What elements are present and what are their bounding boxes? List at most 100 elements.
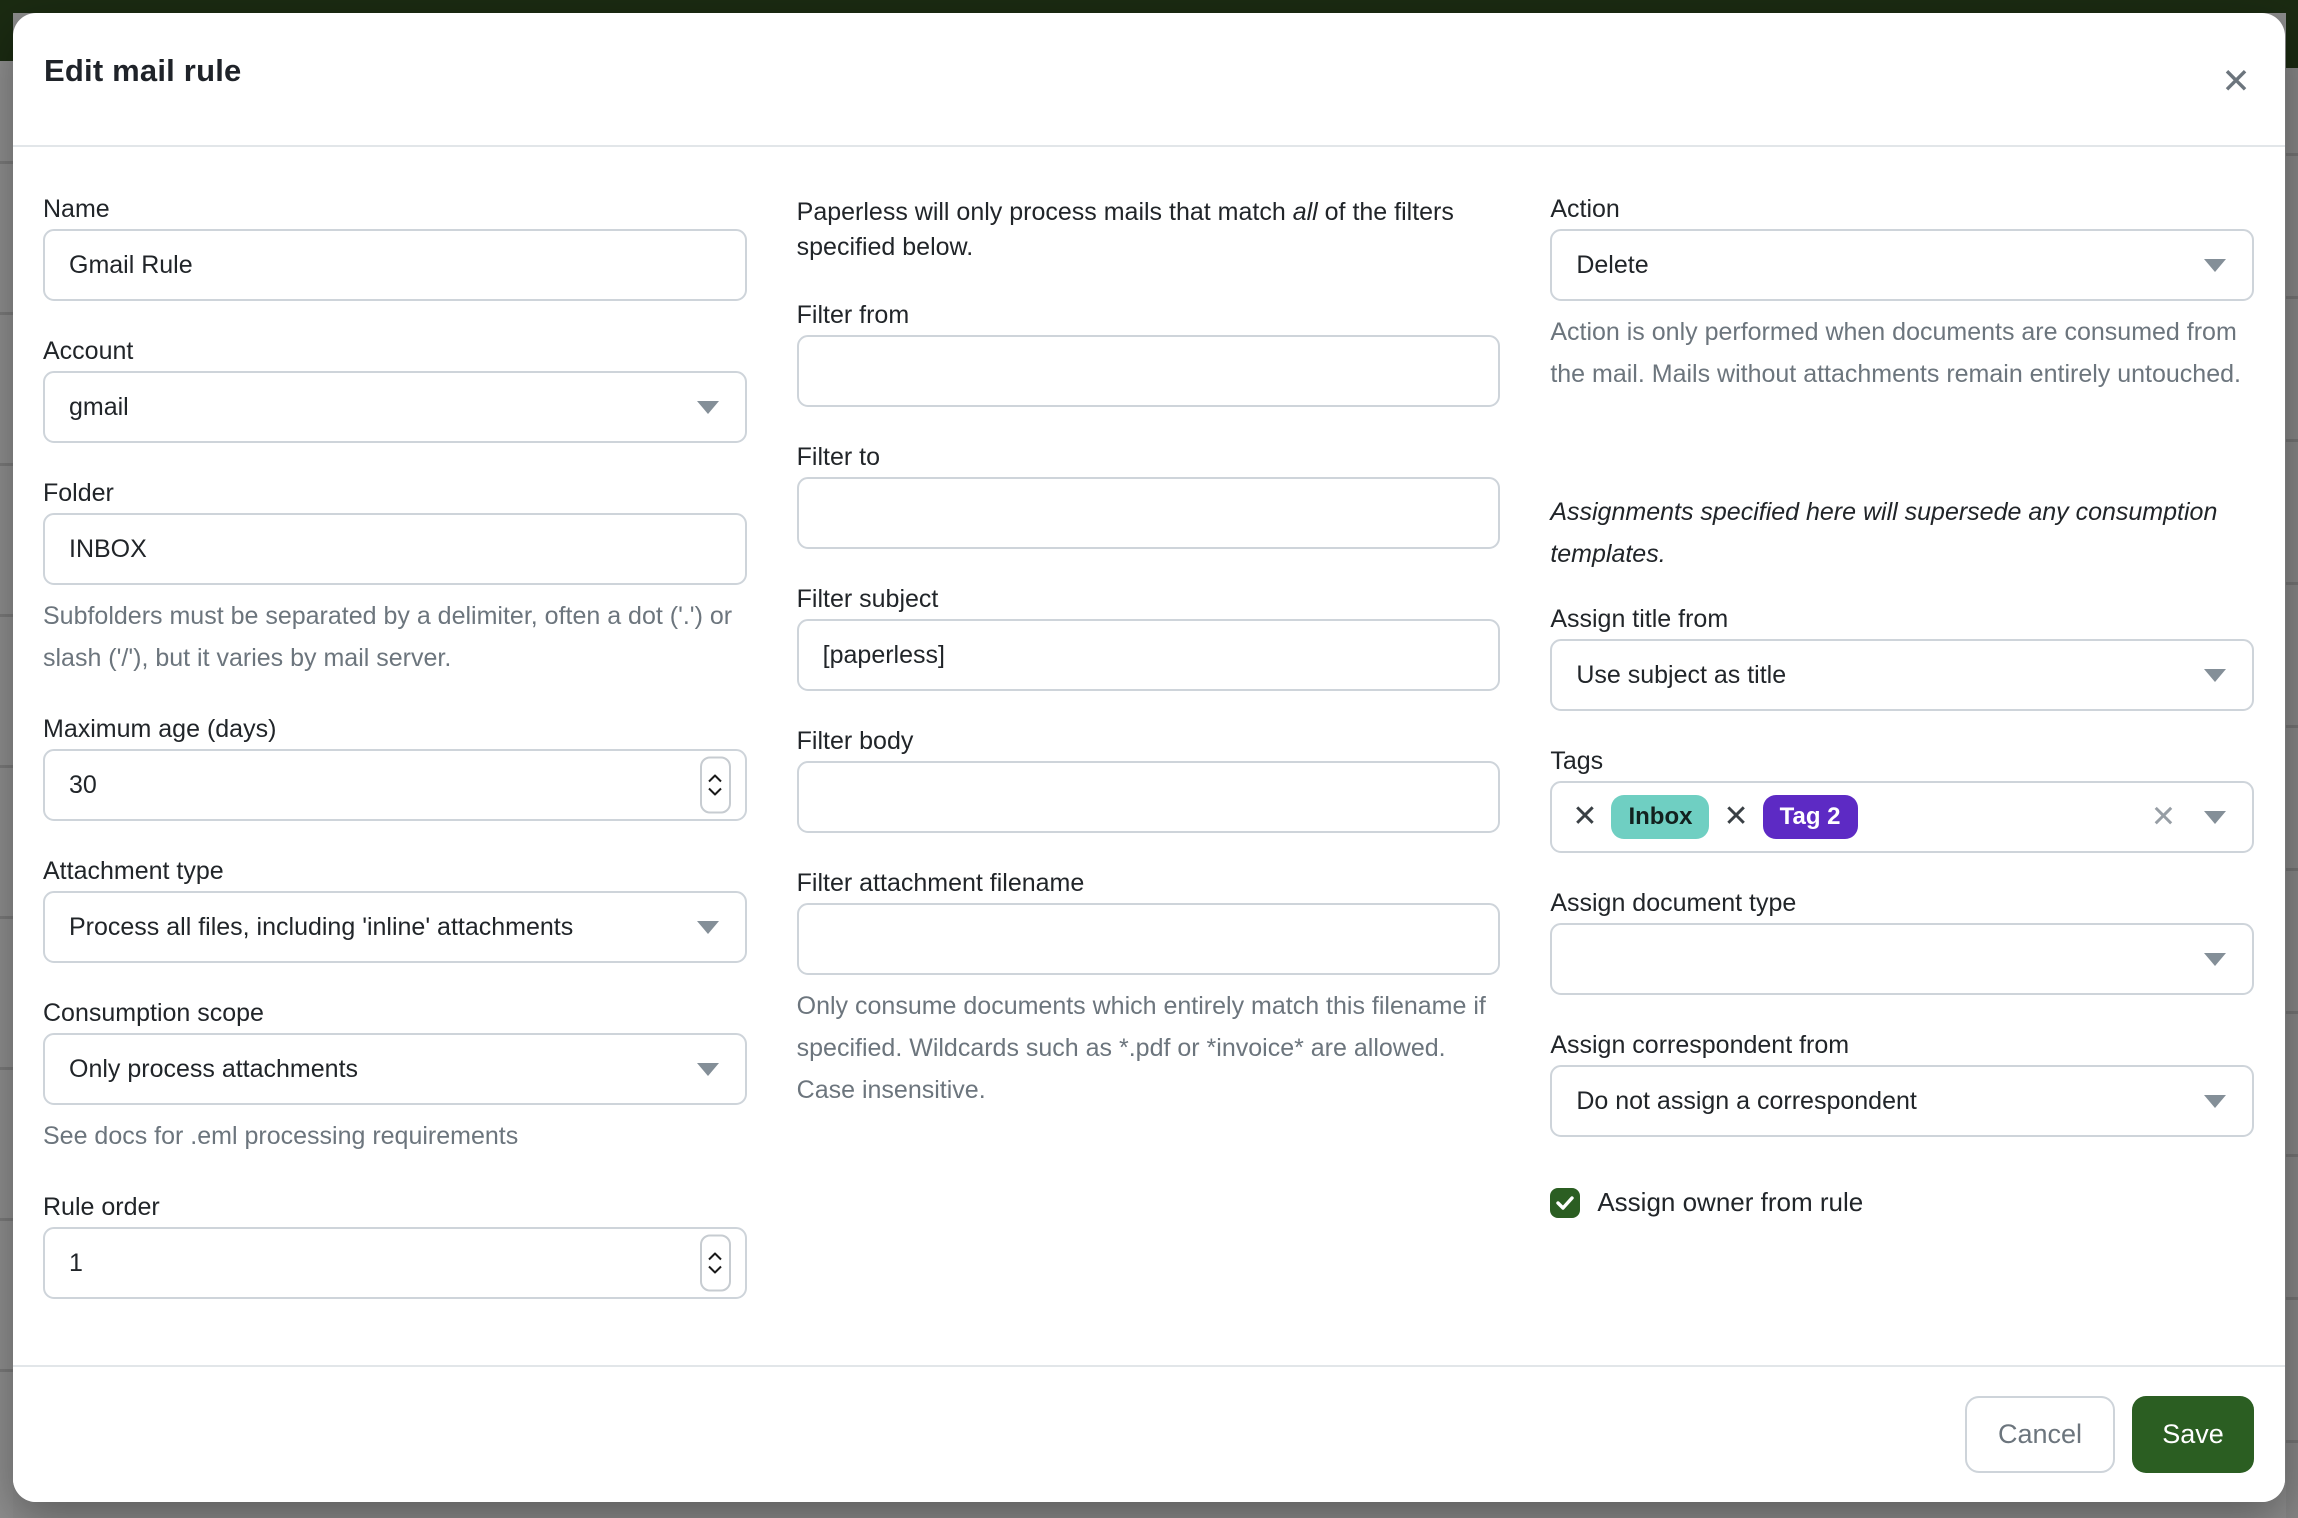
filter-to-group: Filter to <box>797 443 1501 549</box>
account-label: Account <box>43 337 747 365</box>
tags-group: Tags ✕ Inbox ✕ Tag 2 ✕ <box>1550 747 2254 853</box>
filter-body-input[interactable] <box>797 761 1501 833</box>
filter-subject-input[interactable] <box>797 619 1501 691</box>
edit-mail-rule-dialog: Edit mail rule ✕ Name Account gmail Fold… <box>13 13 2285 1502</box>
attachment-type-label: Attachment type <box>43 857 747 885</box>
maximum-age-input[interactable] <box>45 751 745 819</box>
folder-group: Folder Subfolders must be separated by a… <box>43 479 747 679</box>
rule-order-field <box>43 1227 747 1299</box>
filter-to-label: Filter to <box>797 443 1501 471</box>
assign-document-type-select[interactable] <box>1550 923 2254 995</box>
filter-attachment-filename-group: Filter attachment filename Only consume … <box>797 869 1501 1111</box>
assign-correspondent-from-group: Assign correspondent from Do not assign … <box>1550 1031 2254 1137</box>
filter-subject-label: Filter subject <box>797 585 1501 613</box>
chevron-down-icon <box>697 1063 719 1076</box>
action-label: Action <box>1550 195 2254 223</box>
maximum-age-label: Maximum age (days) <box>43 715 747 743</box>
attachment-type-group: Attachment type Process all files, inclu… <box>43 857 747 963</box>
assign-document-type-group: Assign document type <box>1550 889 2254 995</box>
stepper-down-icon <box>708 788 722 796</box>
folder-help-text: Subfolders must be separated by a delimi… <box>43 595 747 679</box>
name-group: Name <box>43 195 747 301</box>
background-page-right-edge <box>2286 13 2298 1518</box>
tag-badge-inbox: Inbox <box>1611 795 1709 839</box>
chevron-down-icon <box>2204 669 2226 682</box>
tags-label: Tags <box>1550 747 2254 775</box>
cancel-button[interactable]: Cancel <box>1965 1396 2115 1473</box>
filter-attachment-filename-label: Filter attachment filename <box>797 869 1501 897</box>
clear-tags-icon[interactable]: ✕ <box>2151 800 2176 835</box>
assignments-note-text: Assignments specified here will supersed… <box>1550 491 2250 575</box>
dialog-footer: Cancel Save <box>13 1365 2285 1502</box>
action-column: Action Delete Action is only performed w… <box>1550 195 2254 1365</box>
consumption-scope-help-text: See docs for .eml processing requirement… <box>43 1115 747 1157</box>
remove-tag-icon[interactable]: ✕ <box>1723 802 1748 832</box>
assign-document-type-label: Assign document type <box>1550 889 2254 917</box>
filter-attachment-filename-help-text: Only consume documents which entirely ma… <box>797 985 1501 1111</box>
filter-from-group: Filter from <box>797 301 1501 407</box>
consumption-scope-label: Consumption scope <box>43 999 747 1027</box>
attachment-type-select[interactable]: Process all files, including 'inline' at… <box>43 891 747 963</box>
folder-label: Folder <box>43 479 747 507</box>
assign-owner-row: Assign owner from rule <box>1550 1187 2254 1218</box>
assign-correspondent-from-select-value: Do not assign a correspondent <box>1576 1087 1917 1116</box>
assign-title-from-select[interactable]: Use subject as title <box>1550 639 2254 711</box>
action-group: Action Delete Action is only performed w… <box>1550 195 2254 395</box>
action-select-value: Delete <box>1576 251 1648 280</box>
background-navbar <box>0 0 2298 13</box>
number-stepper[interactable] <box>700 1235 731 1292</box>
name-label: Name <box>43 195 747 223</box>
assign-correspondent-from-select[interactable]: Do not assign a correspondent <box>1550 1065 2254 1137</box>
chevron-down-icon <box>2204 259 2226 272</box>
consumption-scope-select[interactable]: Only process attachments <box>43 1033 747 1105</box>
assign-owner-label: Assign owner from rule <box>1597 1187 1863 1218</box>
save-button[interactable]: Save <box>2132 1396 2254 1473</box>
filter-body-label: Filter body <box>797 727 1501 755</box>
attachment-type-select-value: Process all files, including 'inline' at… <box>69 913 573 942</box>
filter-from-label: Filter from <box>797 301 1501 329</box>
filters-intro-text: Paperless will only process mails that m… <box>797 195 1487 265</box>
rule-order-group: Rule order <box>43 1193 747 1299</box>
maximum-age-field <box>43 749 747 821</box>
chevron-down-icon <box>2204 953 2226 966</box>
checkmark-icon <box>1556 1196 1574 1210</box>
filter-attachment-filename-input[interactable] <box>797 903 1501 975</box>
chevron-down-icon <box>2204 811 2226 824</box>
assign-owner-checkbox[interactable] <box>1550 1188 1580 1218</box>
filter-from-input[interactable] <box>797 335 1501 407</box>
assign-title-from-group: Assign title from Use subject as title <box>1550 605 2254 711</box>
rule-order-label: Rule order <box>43 1193 747 1221</box>
filter-to-input[interactable] <box>797 477 1501 549</box>
action-help-text: Action is only performed when documents … <box>1550 311 2254 395</box>
background-page-left-edge <box>0 13 13 1518</box>
dialog-header: Edit mail rule ✕ <box>13 13 2285 147</box>
maximum-age-group: Maximum age (days) <box>43 715 747 821</box>
rule-order-input[interactable] <box>45 1229 745 1297</box>
general-column: Name Account gmail Folder Subfolders mus… <box>43 195 747 1365</box>
stepper-up-icon <box>708 1253 722 1261</box>
action-select[interactable]: Delete <box>1550 229 2254 301</box>
number-stepper[interactable] <box>700 757 731 814</box>
filter-subject-group: Filter subject <box>797 585 1501 691</box>
filters-column: Paperless will only process mails that m… <box>797 195 1501 1365</box>
account-select-value: gmail <box>69 393 129 422</box>
chevron-down-icon <box>2204 1095 2226 1108</box>
tag-badge-tag2: Tag 2 <box>1763 795 1858 839</box>
account-select[interactable]: gmail <box>43 371 747 443</box>
chevron-down-icon <box>697 921 719 934</box>
dialog-body: Name Account gmail Folder Subfolders mus… <box>13 149 2285 1365</box>
consumption-scope-select-value: Only process attachments <box>69 1055 358 1084</box>
consumption-scope-group: Consumption scope Only process attachmen… <box>43 999 747 1157</box>
account-group: Account gmail <box>43 337 747 443</box>
chevron-down-icon <box>697 401 719 414</box>
tags-multiselect[interactable]: ✕ Inbox ✕ Tag 2 ✕ <box>1550 781 2254 853</box>
assign-correspondent-from-label: Assign correspondent from <box>1550 1031 2254 1059</box>
filter-body-group: Filter body <box>797 727 1501 833</box>
assign-title-from-label: Assign title from <box>1550 605 2254 633</box>
dialog-title: Edit mail rule <box>44 53 241 89</box>
folder-input[interactable] <box>43 513 747 585</box>
stepper-up-icon <box>708 775 722 783</box>
remove-tag-icon[interactable]: ✕ <box>1572 802 1597 832</box>
name-input[interactable] <box>43 229 747 301</box>
close-icon[interactable]: ✕ <box>2213 59 2259 105</box>
